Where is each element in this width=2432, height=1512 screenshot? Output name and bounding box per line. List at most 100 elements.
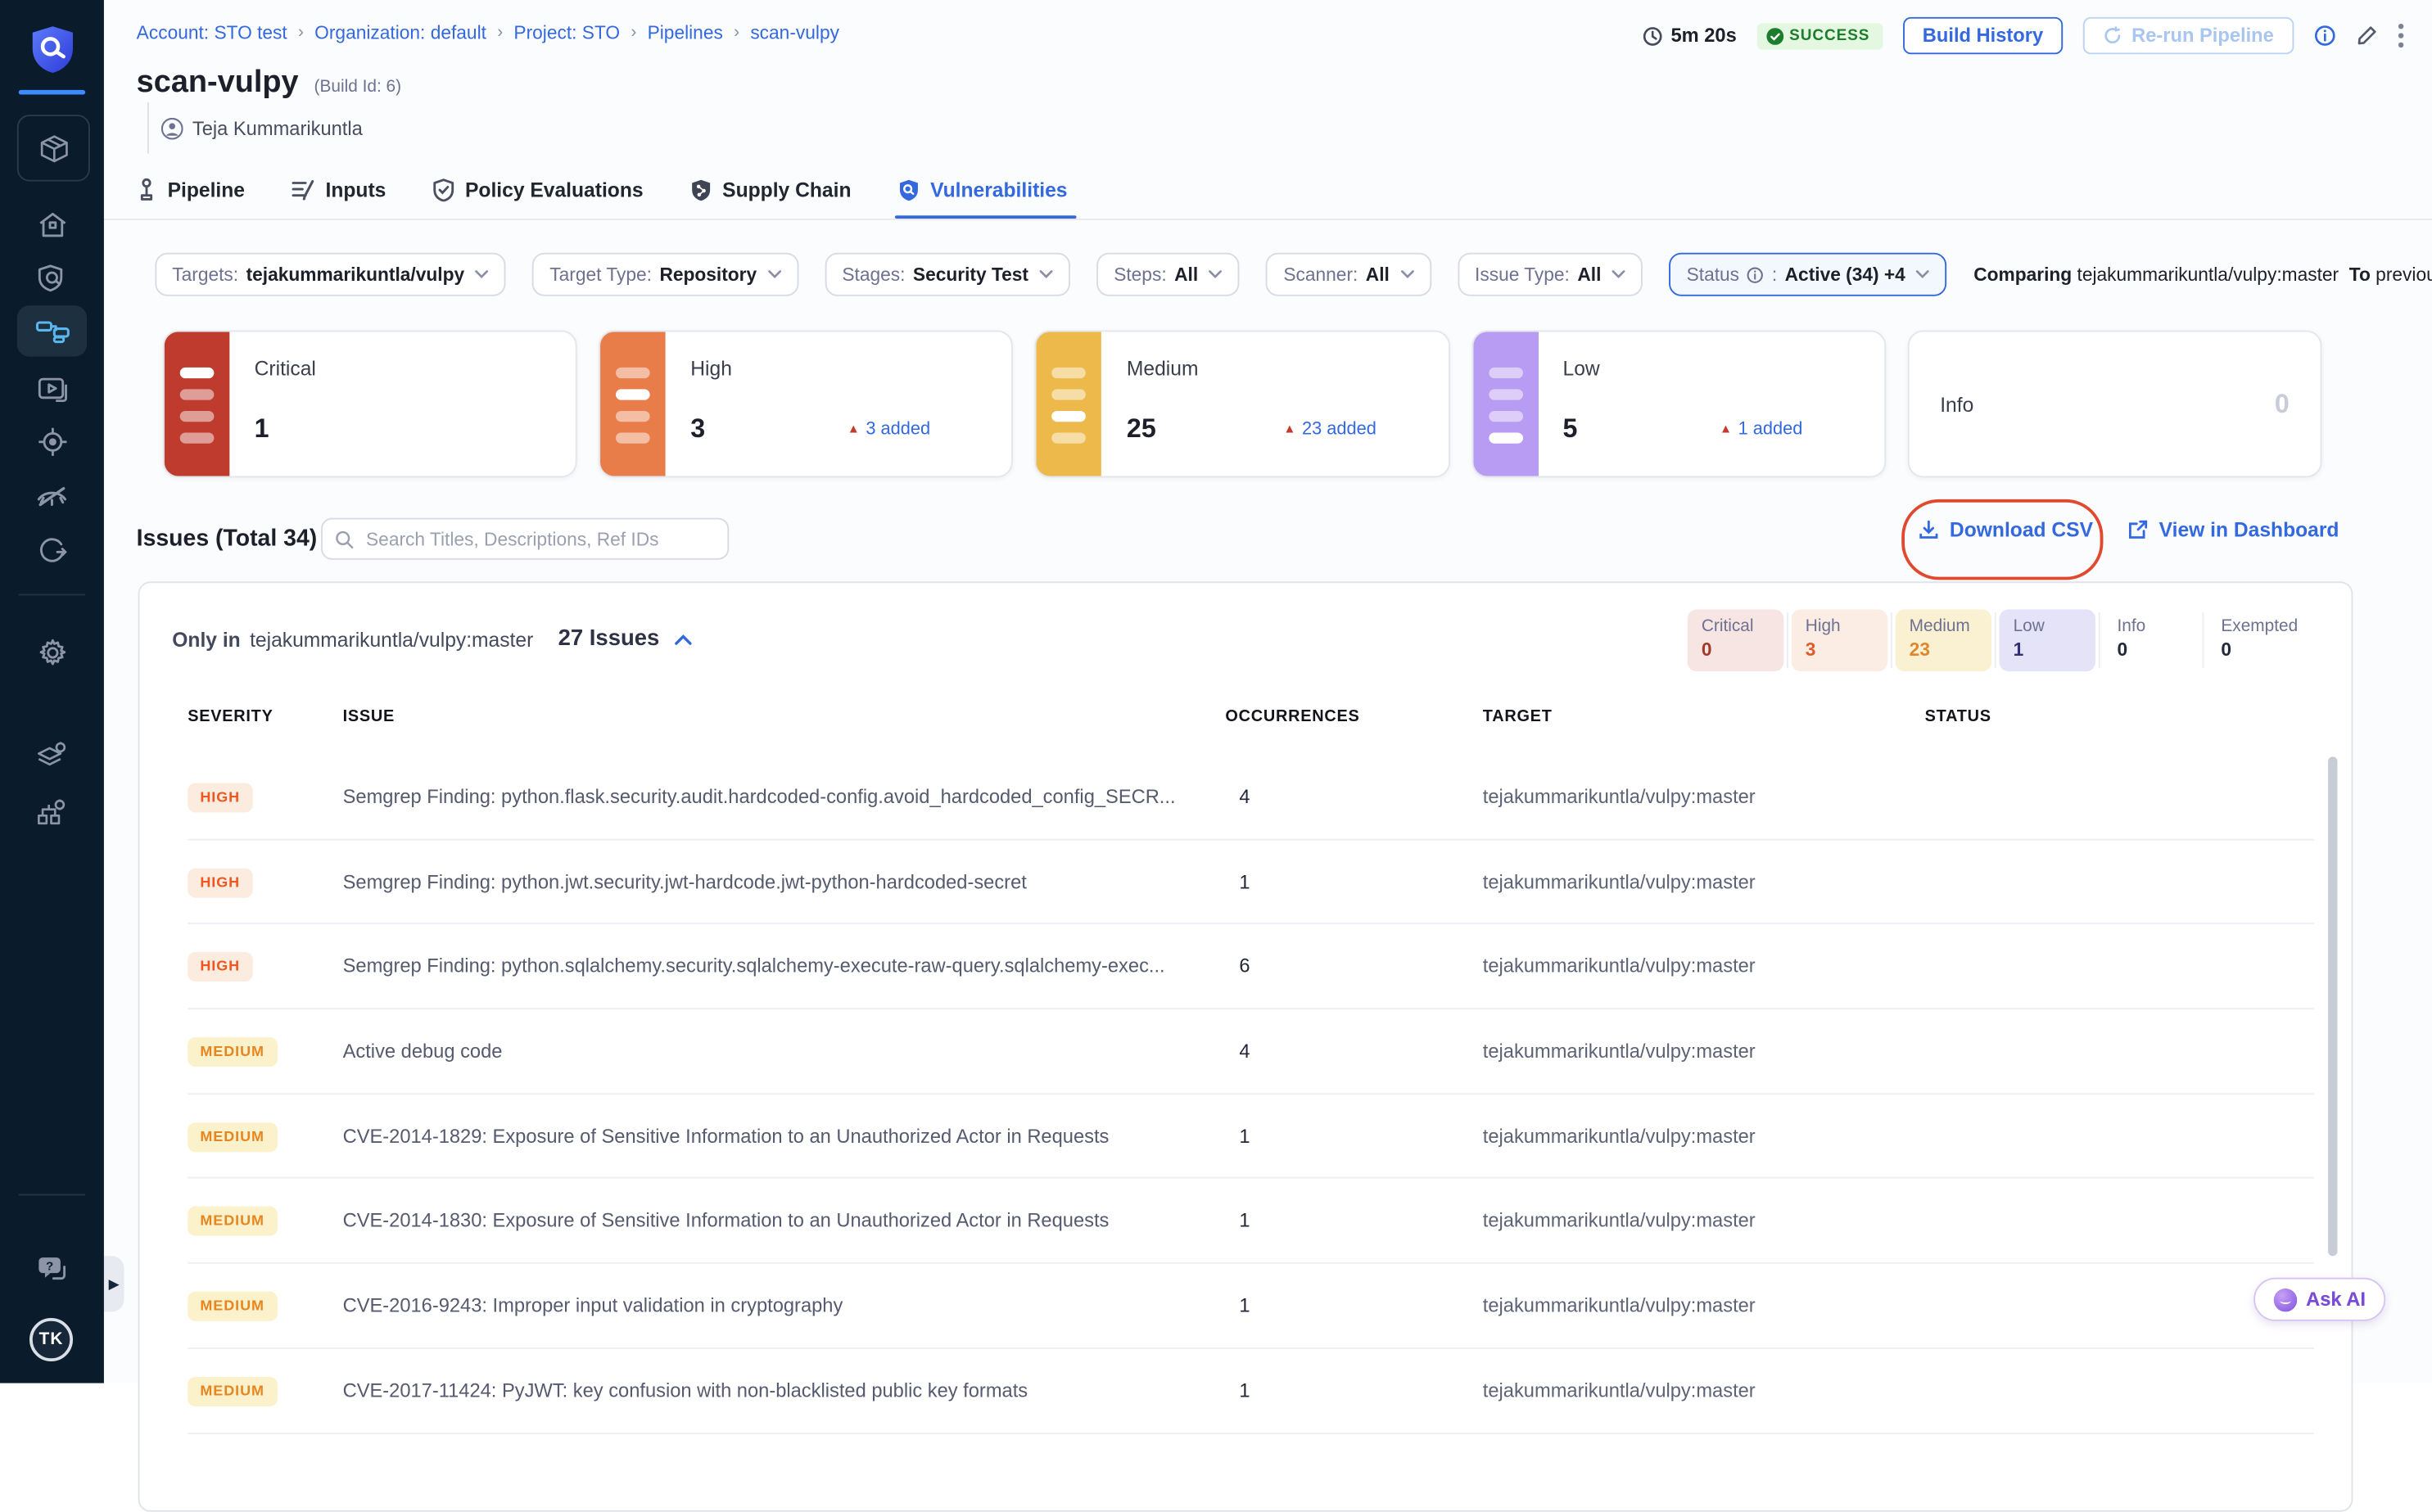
severity-card[interactable]: Medium 25 23 added	[1035, 330, 1449, 477]
hidden-eye-icon[interactable]	[0, 473, 104, 520]
help-chat-icon[interactable]: ?	[0, 1247, 104, 1293]
edit-pencil-icon[interactable]	[2356, 25, 2378, 47]
breadcrumb: Account: STO test › Organization: defaul…	[137, 22, 839, 44]
severity-card[interactable]: Critical 1	[163, 330, 577, 477]
severity-card[interactable]: Low 5 1 added	[1471, 330, 1886, 477]
severity-badge: MEDIUM	[188, 1207, 277, 1236]
pipelines-nav-active[interactable]	[17, 305, 87, 357]
issues-search[interactable]	[321, 518, 729, 560]
issue-title: CVE-2017-11424: PyJWT: key confusion wit…	[343, 1379, 1226, 1401]
severity-badge: MEDIUM	[188, 1376, 277, 1406]
severity-strip-icon	[1037, 332, 1102, 476]
breadcrumb-item[interactable]: Pipelines	[648, 22, 723, 44]
user-avatar[interactable]: TK	[29, 1318, 73, 1361]
severity-badge: MEDIUM	[188, 1037, 277, 1067]
breadcrumb-separator-icon: ›	[631, 23, 636, 42]
targets-icon[interactable]	[0, 418, 104, 465]
severity-count-tile: Exempted 0	[2207, 609, 2303, 671]
severity-card[interactable]: High 3 3 added	[599, 330, 1014, 477]
tab-vulnerabilities[interactable]: Vulnerabilities	[897, 160, 1067, 219]
default-settings-icon[interactable]	[0, 789, 104, 836]
left-nav: ? TK	[0, 0, 104, 1383]
breadcrumb-item[interactable]: scan-vulpy	[750, 22, 839, 44]
severity-count-tile: Low 1	[2000, 609, 2095, 671]
settings-gear-icon[interactable]	[0, 630, 104, 676]
issue-target: tejakummarikuntla/vulpy:master	[1483, 786, 1925, 808]
build-history-button[interactable]: Build History	[1902, 17, 2064, 54]
severity-count-tile: High 3	[1792, 609, 1887, 671]
nav-divider	[19, 594, 85, 595]
occurrences-count: 1	[1225, 1379, 1482, 1401]
ask-ai-button[interactable]: Ask AI	[2253, 1278, 2385, 1321]
filter-chip[interactable]: Steps: All	[1096, 253, 1240, 296]
tab-policy-evaluations[interactable]: Policy Evaluations	[432, 160, 643, 219]
view-in-dashboard-button[interactable]: View in Dashboard	[2128, 518, 2339, 541]
module-cube-icon[interactable]	[17, 115, 90, 181]
added-delta: 3 added	[848, 420, 930, 439]
group-header[interactable]: Only in tejakummarikuntla/vulpy:master 2…	[172, 626, 692, 651]
rerun-pipeline-button[interactable]: Re-run Pipeline	[2083, 17, 2294, 54]
table-row[interactable]: HIGH Semgrep Finding: python.flask.secur…	[188, 755, 2314, 840]
info-icon[interactable]	[2314, 25, 2336, 47]
table-row[interactable]: MEDIUM CVE-2014-1829: Exposure of Sensit…	[188, 1095, 2314, 1180]
severity-badge: HIGH	[188, 868, 252, 897]
breadcrumb-separator-icon: ›	[298, 23, 304, 42]
severity-card-info[interactable]: Info 0	[1907, 330, 2321, 477]
filter-chip[interactable]: Stages: Security Test	[825, 253, 1071, 296]
chevron-up-icon[interactable]	[675, 634, 692, 644]
search-input[interactable]	[363, 526, 715, 551]
executions-icon[interactable]	[0, 366, 104, 413]
environments-settings-icon[interactable]	[0, 732, 104, 779]
shield-search-icon[interactable]	[0, 255, 104, 301]
app-viewport: ? TK ▶ Account: STO test › Organization:…	[0, 0, 2432, 1383]
kebab-menu-icon[interactable]	[2398, 23, 2404, 47]
gitops-icon[interactable]	[0, 526, 104, 572]
tab-inputs[interactable]: Inputs	[292, 160, 386, 219]
issue-target: tejakummarikuntla/vulpy:master	[1483, 871, 1925, 893]
tab-pipeline[interactable]: Pipeline	[137, 160, 245, 219]
table-scrollbar[interactable]	[2328, 756, 2337, 1256]
build-author: Teja Kummarikuntla	[147, 102, 363, 154]
issues-panel: Only in tejakummarikuntla/vulpy:master 2…	[138, 581, 2353, 1511]
check-circle-icon	[1766, 27, 1783, 44]
filter-chip[interactable]: Target Type: Repository	[532, 253, 798, 296]
group-target: tejakummarikuntla/vulpy:master	[250, 627, 533, 650]
harness-sto-logo-icon[interactable]	[0, 22, 104, 78]
severity-badge: MEDIUM	[188, 1292, 277, 1321]
nav-active-module-underline	[19, 90, 85, 95]
table-row[interactable]: MEDIUM CVE-2017-11424: PyJWT: key confus…	[188, 1349, 2314, 1434]
chevron-down-icon	[1400, 270, 1414, 279]
download-csv-button[interactable]: Download CSV	[1919, 518, 2093, 541]
occurrences-count: 1	[1225, 1295, 1482, 1317]
tab-supply-chain[interactable]: Supply Chain	[689, 160, 851, 219]
breadcrumb-item[interactable]: Organization: default	[314, 22, 486, 44]
tabs-divider	[104, 219, 2432, 220]
table-row[interactable]: MEDIUM Active debug code 4 tejakummariku…	[188, 1009, 2314, 1095]
svg-text:?: ?	[45, 1259, 52, 1273]
filter-chip[interactable]: Targets: tejakummarikuntla/vulpy	[155, 253, 506, 296]
table-row[interactable]: MEDIUM CVE-2014-1830: Exposure of Sensit…	[188, 1179, 2314, 1264]
table-row[interactable]: MEDIUM CVE-2016-9243: Improper input val…	[188, 1264, 2314, 1349]
filter-chip[interactable]: Scanner: All	[1267, 253, 1431, 296]
search-icon	[335, 530, 354, 548]
filter-chip[interactable]: Issue Type: All	[1458, 253, 1643, 296]
table-row[interactable]: HIGH Semgrep Finding: python.sqlalchemy.…	[188, 925, 2314, 1010]
occurrences-count: 6	[1225, 955, 1482, 977]
group-count: 27 Issues	[558, 626, 660, 651]
home-icon[interactable]	[0, 201, 104, 248]
filter-chip-status[interactable]: Status : Active (34) +4	[1670, 253, 1947, 296]
page-title: scan-vulpy	[137, 65, 299, 102]
comparing-label: Comparing tejakummarikuntla/vulpy:master…	[1973, 264, 2432, 286]
pipeline-icon	[137, 178, 157, 201]
breadcrumb-item[interactable]: Project: STO	[513, 22, 620, 44]
build-duration: 5m 20s	[1643, 25, 1736, 47]
breadcrumb-item[interactable]: Account: STO test	[137, 22, 287, 44]
occurrences-count: 4	[1225, 786, 1482, 808]
issues-total-title: Issues (Total 34)	[137, 526, 318, 552]
filter-bar: Targets: tejakummarikuntla/vulpy Target …	[155, 253, 2401, 296]
sidebar-expand-handle[interactable]: ▶	[104, 1256, 124, 1311]
issue-target: tejakummarikuntla/vulpy:master	[1483, 1295, 1925, 1317]
table-row[interactable]: HIGH Semgrep Finding: python.jwt.securit…	[188, 840, 2314, 925]
clock-icon	[1643, 25, 1663, 46]
user-icon	[161, 117, 183, 139]
